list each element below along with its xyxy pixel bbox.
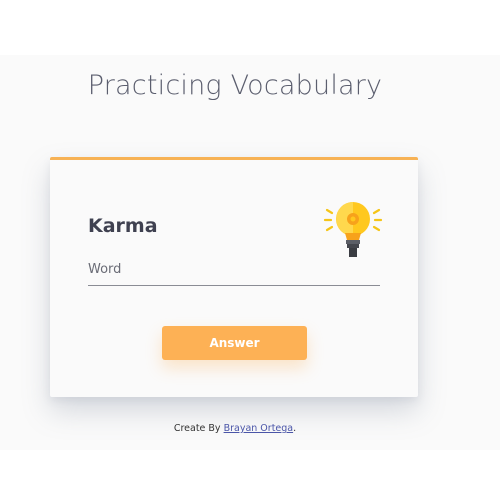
footer-credit: Create By Brayan Ortega. [0,423,470,434]
vocabulary-word: Karma [88,215,158,237]
footer-prefix: Create By [173,423,224,434]
lightbulb-icon [323,202,383,257]
page-title: Practicing Vocabulary [87,70,383,101]
word-field [88,255,380,286]
vocabulary-card: Karma A [50,157,418,397]
page: Practicing Vocabulary Karma Word Answer … [0,0,500,500]
footer-suffix: . [293,423,297,434]
answer-button[interactable]: Answer [162,326,307,360]
word-input[interactable] [88,255,380,283]
author-link[interactable]: Brayan Ortega [224,423,294,434]
